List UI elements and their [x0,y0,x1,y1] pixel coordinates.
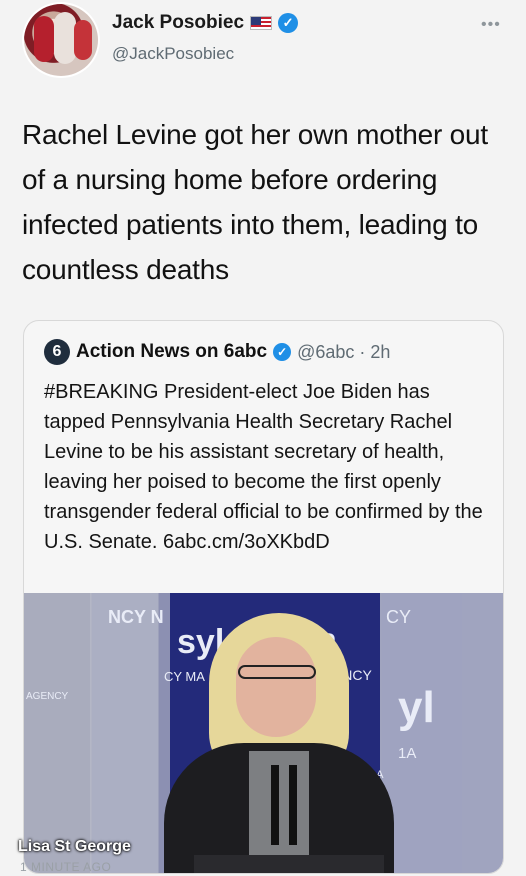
author-handle[interactable]: @JackPosobiec [112,44,234,64]
sign-text: CY [386,607,412,627]
sign-text: 1A [398,745,417,762]
channel-logo-icon: 6 [44,339,70,365]
avatar-figure [54,12,76,64]
sign-text: AGENCY [26,691,69,702]
more-options-icon[interactable]: ••• [481,16,501,34]
quoted-tweet-text: #BREAKING President-elect Joe Biden has … [44,381,483,553]
backdrop-banner [382,593,462,873]
tweet-text: Rachel Levine got her own mother out of … [22,119,488,285]
news-photo[interactable]: NCY N syl a CY MA GENCY AGENCY CY yl 1A … [24,593,503,873]
watermark-name: Lisa St George [18,838,131,855]
sign-text: NCY N [108,607,164,627]
quoted-author-row: 6 Action News on 6abc ✓ @6abc · 2h [44,339,390,365]
microphone-icon [289,765,297,845]
quoted-tweet[interactable]: 6 Action News on 6abc ✓ @6abc · 2h #BREA… [23,320,504,874]
backdrop-banner [90,593,170,873]
sign-text: CY MA [164,669,205,684]
author-name[interactable]: Jack Posobiec [112,12,244,34]
quoted-author-handle[interactable]: @6abc · 2h [297,342,390,363]
person-face [236,637,316,737]
podium [194,855,384,873]
avatar-figure [74,20,92,60]
verified-icon: ✓ [273,343,292,361]
us-flag-icon [250,16,273,30]
tweet-card: Jack Posobiec ✓ @JackPosobiec ••• Rachel… [0,0,526,876]
person-glasses [238,665,316,679]
author-row: Jack Posobiec ✓ [112,12,299,34]
microphone-icon [271,765,279,845]
avatar-figure [34,16,54,62]
quoted-author-name[interactable]: Action News on 6abc [76,341,267,363]
post-timestamp: 1 MINUTE AGO [20,860,112,874]
sign-text: yl [398,683,435,732]
avatar[interactable] [22,2,100,78]
verified-icon: ✓ [278,13,299,33]
